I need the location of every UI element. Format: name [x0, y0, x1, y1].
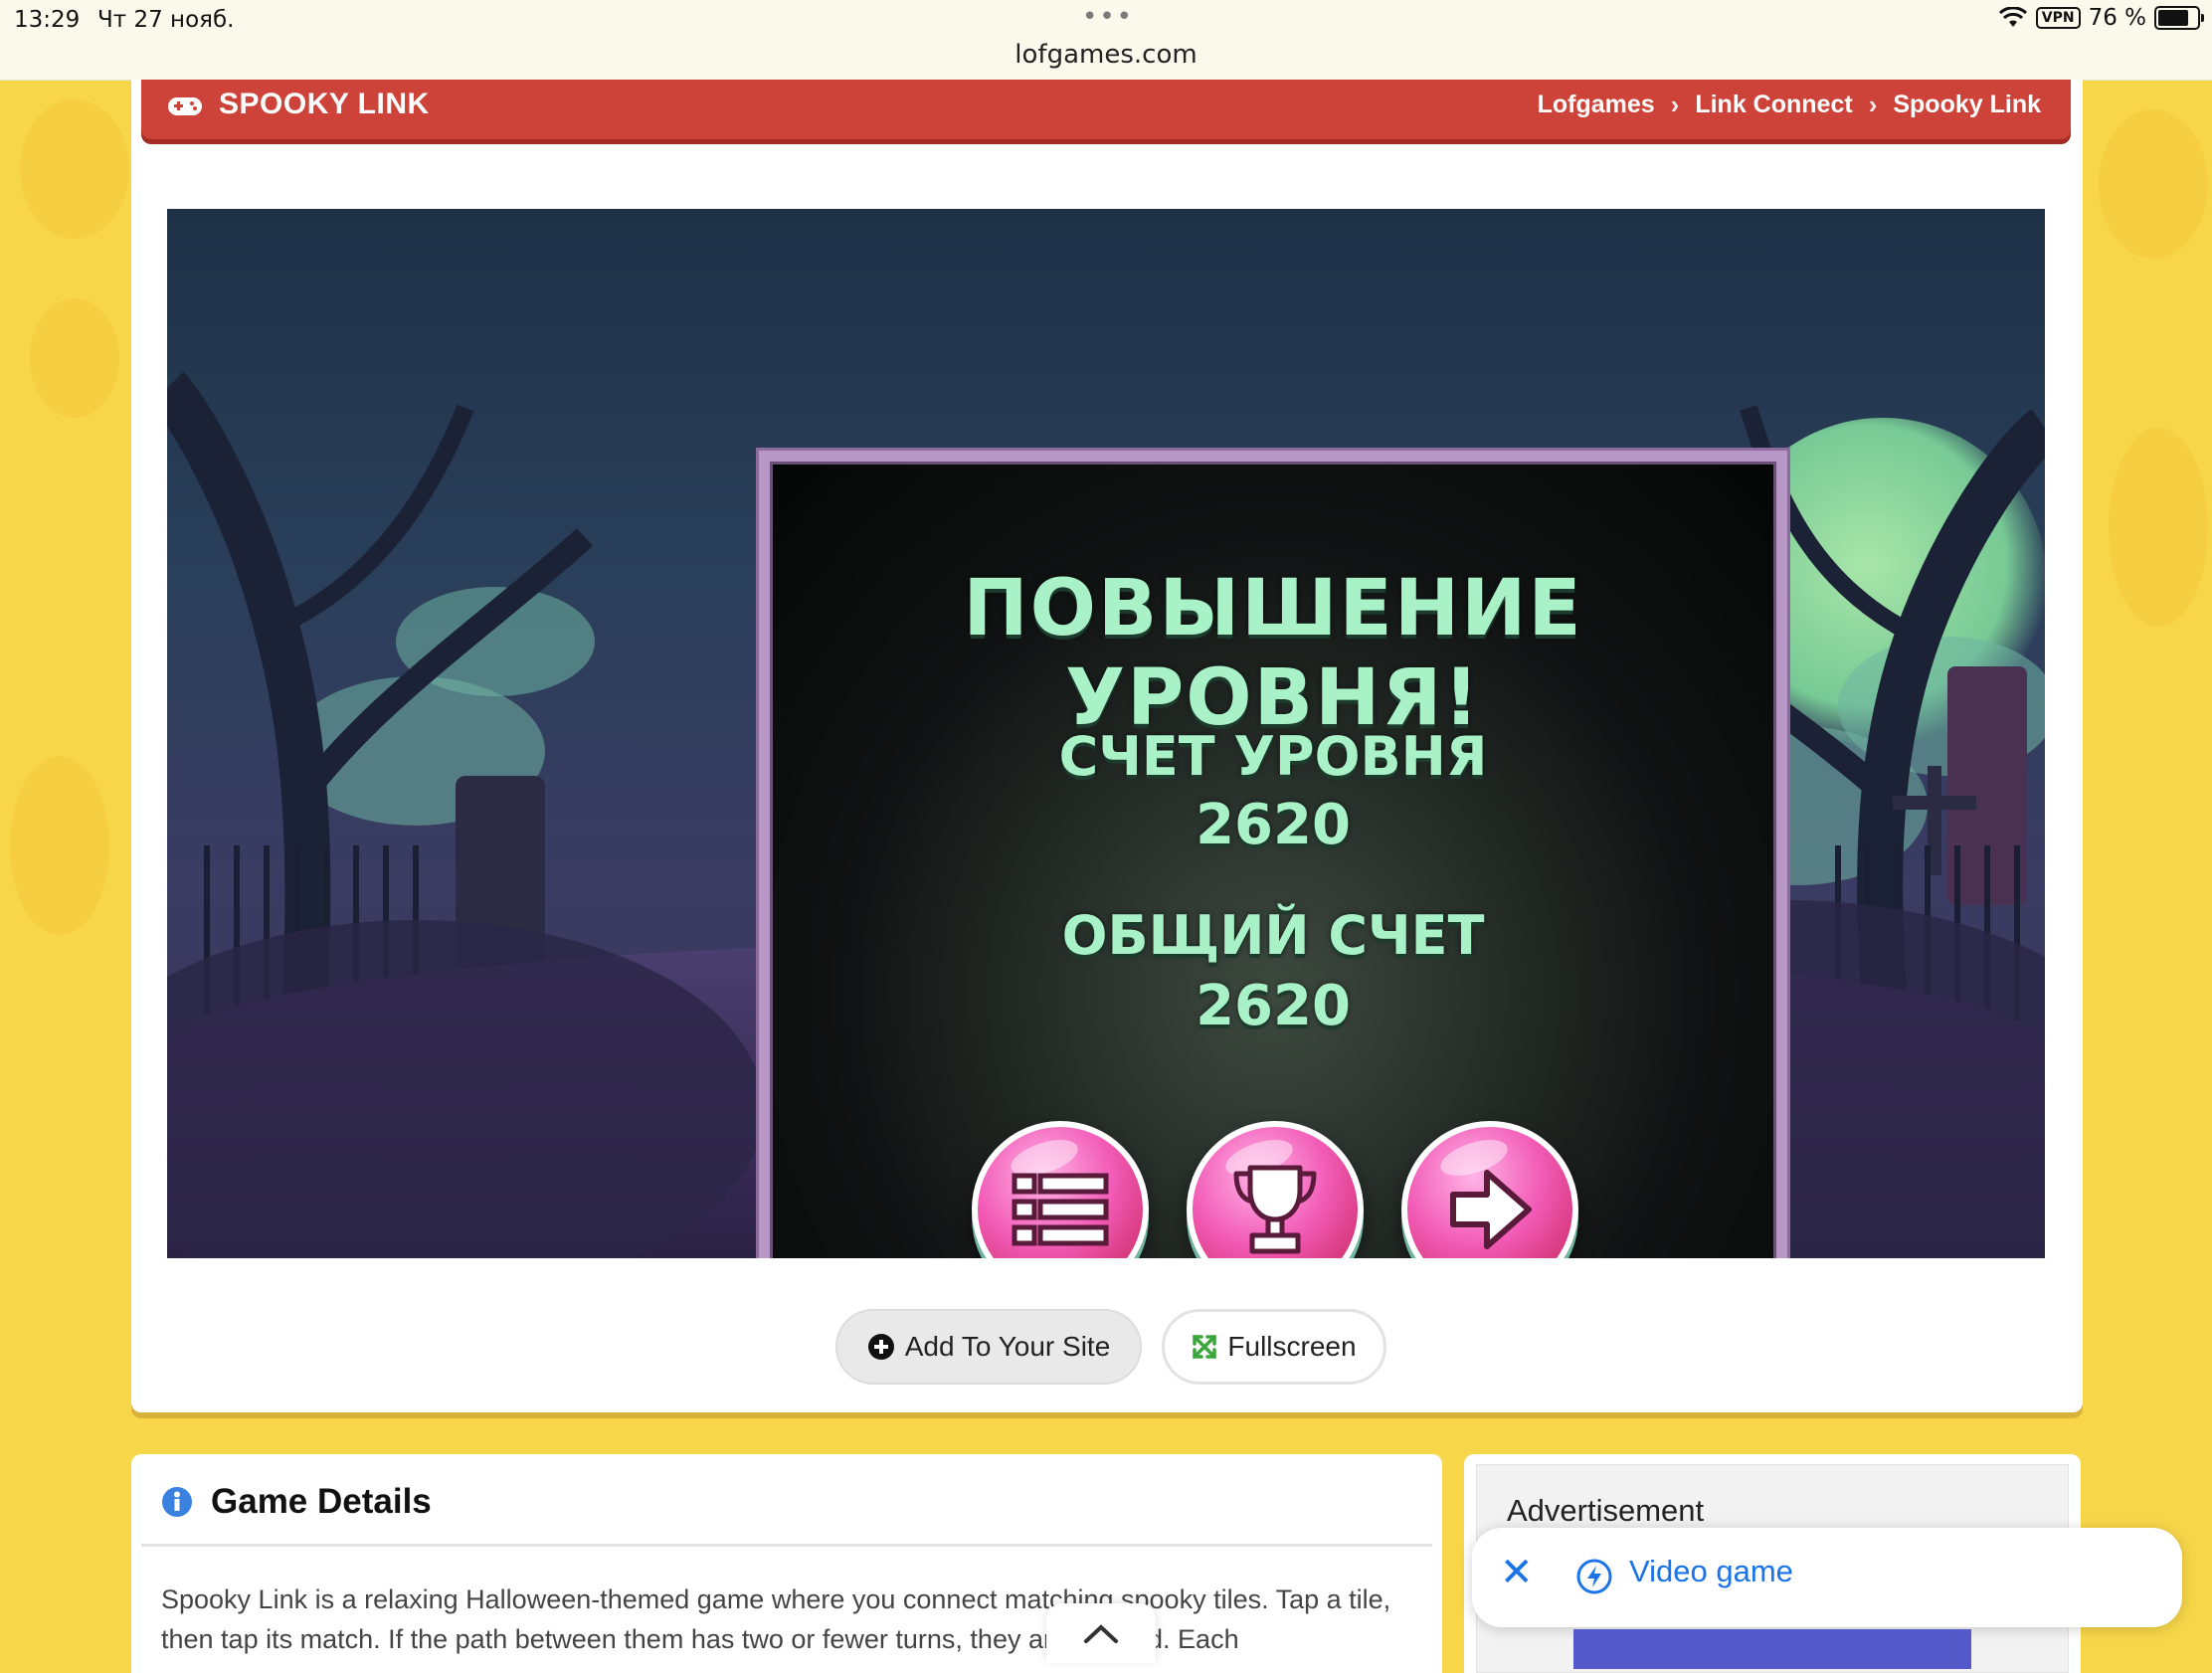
add-to-site-button[interactable]: Add To Your Site — [835, 1309, 1142, 1385]
next-arrow-icon — [1450, 1170, 1532, 1249]
bolt-circle-icon — [1576, 1559, 1612, 1594]
level-score-label: СЧЕТ УРОВНЯ — [1058, 725, 1488, 788]
breadcrumb-spooky-link[interactable]: Spooky Link — [1893, 91, 2041, 119]
next-level-button[interactable] — [1401, 1121, 1578, 1258]
plus-circle-icon — [867, 1334, 894, 1360]
scroll-up-tab[interactable] — [1046, 1603, 1156, 1663]
trophy-icon — [1233, 1165, 1317, 1254]
chevron-right-icon: › — [1868, 90, 1878, 119]
address-bar[interactable]: lofgames.com — [0, 40, 2212, 70]
expand-icon — [1193, 1335, 1217, 1359]
game-details-card: Game Details Spooky Link is a relaxing H… — [131, 1454, 1442, 1673]
ad-banner[interactable] — [1573, 1629, 1971, 1669]
level-up-dialog: ПОВЫШЕНИЕ УРОВНЯ! СЧЕТ УРОВНЯ 2620 ОБЩИЙ… — [756, 448, 1790, 1258]
multitask-dots-icon[interactable]: ••• — [1082, 2, 1134, 32]
bg-blob — [2109, 428, 2208, 627]
add-to-site-label: Add To Your Site — [904, 1331, 1111, 1362]
video-game-suggestion[interactable]: ✕ Video game — [1472, 1528, 2182, 1627]
status-time: 13:29 — [14, 7, 81, 33]
breadcrumb: Lofgames › Link Connect › Spooky Link — [1538, 90, 2041, 120]
total-score-value: 2620 — [1196, 974, 1351, 1038]
menu-icon — [1012, 1173, 1109, 1246]
level-score-value: 2620 — [1196, 793, 1351, 857]
vpn-badge: VPN — [2035, 7, 2081, 29]
chevron-right-icon: › — [1670, 90, 1680, 119]
close-icon[interactable]: ✕ — [1500, 1550, 1534, 1595]
divider — [141, 1544, 1432, 1547]
gamepad-icon — [168, 97, 202, 115]
level-up-title: ПОВЫШЕНИЕ УРОВНЯ! — [963, 564, 1583, 743]
battery-percent: 76 % — [2088, 5, 2146, 31]
ios-status-bar: 13:29 Чт 27 нояб. ••• lofgames.com VPN 7… — [0, 0, 2212, 81]
info-icon — [162, 1487, 192, 1517]
game-details-header: Game Details — [161, 1482, 432, 1522]
game-canvas[interactable]: ПОВЫШЕНИЕ УРОВНЯ! СЧЕТ УРОВНЯ 2620 ОБЩИЙ… — [167, 209, 2045, 1258]
bg-blob — [30, 298, 119, 418]
battery-icon — [2154, 6, 2204, 30]
status-date: Чт 27 нояб. — [97, 7, 235, 33]
game-header-bar: SPOOKY LINK Lofgames › Link Connect › Sp… — [141, 80, 2071, 139]
game-details-title: Game Details — [211, 1482, 432, 1521]
bg-blob — [10, 756, 109, 935]
bg-blob — [20, 99, 129, 239]
breadcrumb-link-connect[interactable]: Link Connect — [1695, 91, 1852, 119]
video-game-label[interactable]: Video game — [1629, 1554, 1793, 1589]
total-score-label: ОБЩИЙ СЧЕТ — [1061, 904, 1485, 967]
wifi-icon — [1998, 7, 2027, 27]
level-up-dialog-body: ПОВЫШЕНИЕ УРОВНЯ! СЧЕТ УРОВНЯ 2620 ОБЩИЙ… — [770, 462, 1776, 1258]
breadcrumb-lofgames[interactable]: Lofgames — [1538, 91, 1655, 119]
page-title: SPOOKY LINK — [219, 88, 430, 120]
fullscreen-label: Fullscreen — [1227, 1331, 1357, 1362]
menu-button[interactable] — [972, 1121, 1149, 1258]
status-indicators: VPN 76 % — [1998, 5, 2204, 31]
chevron-up-icon — [1084, 1624, 1118, 1643]
leaderboard-button[interactable] — [1187, 1121, 1364, 1258]
bg-blob — [2099, 109, 2208, 259]
game-description: Spooky Link is a relaxing Halloween-them… — [161, 1584, 1391, 1654]
advertisement-label: Advertisement — [1507, 1493, 1705, 1528]
fullscreen-button[interactable]: Fullscreen — [1162, 1309, 1386, 1385]
